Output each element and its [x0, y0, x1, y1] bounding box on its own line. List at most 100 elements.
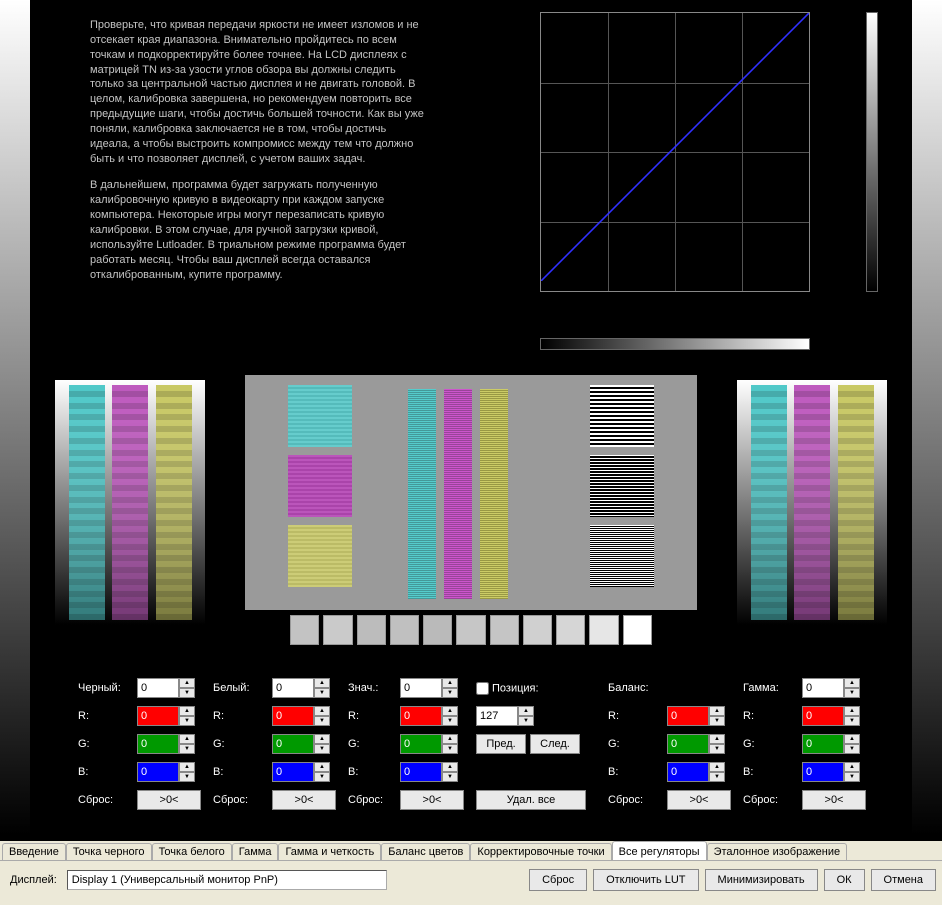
gpr-yellow: [838, 385, 874, 620]
white-input[interactable]: [272, 678, 314, 698]
controls-row: Черный: ▲▼ R: ▲▼ G: ▲▼ B: ▲▼ Сброс: >0< …: [78, 675, 864, 825]
curve-line: [541, 13, 809, 281]
gamma-input[interactable]: [802, 678, 844, 698]
display-label: Дисплей:: [6, 874, 61, 886]
delete-all-btn[interactable]: Удал. все: [476, 790, 586, 810]
col-value: Знач.: ▲▼ R: ▲▼ G: ▲▼ B: ▲▼ Сброс: >0<: [348, 675, 464, 825]
black-dn[interactable]: ▼: [179, 688, 195, 698]
position-checkbox[interactable]: [476, 682, 489, 695]
cancel-btn[interactable]: Отмена: [871, 869, 936, 891]
black-b-input[interactable]: [137, 762, 179, 782]
gam-b-input[interactable]: [802, 762, 844, 782]
value-reset-btn[interactable]: >0<: [400, 790, 464, 810]
curve-gradient-y: [866, 12, 878, 292]
tab-4[interactable]: Гамма и четкость: [278, 843, 381, 860]
white-up[interactable]: ▲: [314, 678, 330, 688]
greyscale-row: [286, 615, 656, 645]
lbl-white: Белый:: [213, 682, 268, 694]
tab-2[interactable]: Точка белого: [152, 843, 232, 860]
black-g-dn[interactable]: ▼: [179, 744, 195, 754]
white-reset-btn[interactable]: >0<: [272, 790, 336, 810]
bal-reset-btn[interactable]: >0<: [667, 790, 731, 810]
tab-6[interactable]: Корректировочные точки: [470, 843, 611, 860]
black-g-input[interactable]: [137, 734, 179, 754]
tab-7[interactable]: Все регуляторы: [612, 841, 707, 860]
value-input[interactable]: [400, 678, 442, 698]
black-b-up[interactable]: ▲: [179, 762, 195, 772]
lbl-black-b: B:: [78, 766, 133, 778]
black-r-dn[interactable]: ▼: [179, 716, 195, 726]
cp-stripe-cyan: [408, 389, 436, 599]
cp-pat-3: [590, 525, 654, 587]
greyscale-10: [623, 615, 652, 645]
greyscale-2: [357, 615, 386, 645]
white-r-input[interactable]: [272, 706, 314, 726]
col-balance: Баланс: R: ▲▼ G: ▲▼ B: ▲▼ Сброс: >0<: [608, 675, 731, 825]
display-field[interactable]: [67, 870, 387, 890]
bottom-bar: ВведениеТочка черногоТочка белогоГаммаГа…: [0, 841, 942, 905]
gradient-panel-left: [55, 380, 205, 625]
next-btn[interactable]: След.: [530, 734, 580, 754]
position-input[interactable]: [476, 706, 518, 726]
disable-lut-btn[interactable]: Отключить LUT: [593, 869, 698, 891]
gp-magenta: [112, 385, 148, 620]
gradient-frame-left: [0, 0, 30, 835]
col-white: Белый: ▲▼ R: ▲▼ G: ▲▼ B: ▲▼ Сброс: >0<: [213, 675, 336, 825]
test-patterns: [50, 375, 892, 660]
white-g-input[interactable]: [272, 734, 314, 754]
greyscale-7: [523, 615, 552, 645]
col-black: Черный: ▲▼ R: ▲▼ G: ▲▼ B: ▲▼ Сброс: >0<: [78, 675, 201, 825]
greyscale-0: [290, 615, 319, 645]
cp-stripe-magenta: [444, 389, 472, 599]
curve-gradient-x: [540, 338, 810, 350]
lbl-black-g: G:: [78, 738, 133, 750]
black-b-dn[interactable]: ▼: [179, 772, 195, 782]
tab-8[interactable]: Эталонное изображение: [707, 843, 848, 860]
white-b-input[interactable]: [272, 762, 314, 782]
prev-btn[interactable]: Пред.: [476, 734, 526, 754]
black-input[interactable]: [137, 678, 179, 698]
greyscale-3: [390, 615, 419, 645]
reset-btn[interactable]: Сброс: [529, 869, 587, 891]
black-r-up[interactable]: ▲: [179, 706, 195, 716]
cp-stripe-yellow: [480, 389, 508, 599]
bal-r-input[interactable]: [667, 706, 709, 726]
gam-g-input[interactable]: [802, 734, 844, 754]
value-b-input[interactable]: [400, 762, 442, 782]
cp-pat-1: [590, 385, 654, 447]
value-g-input[interactable]: [400, 734, 442, 754]
black-g-up[interactable]: ▲: [179, 734, 195, 744]
instructions-p1: Проверьте, что кривая передачи яркости н…: [90, 18, 425, 166]
gp-yellow: [156, 385, 192, 620]
black-reset-btn[interactable]: >0<: [137, 790, 201, 810]
gpr-magenta: [794, 385, 830, 620]
value-r-input[interactable]: [400, 706, 442, 726]
ok-btn[interactable]: ОК: [824, 869, 865, 891]
tab-5[interactable]: Баланс цветов: [381, 843, 470, 860]
center-test-panel: [245, 375, 697, 610]
greyscale-1: [323, 615, 352, 645]
lbl-black-r: R:: [78, 710, 133, 722]
bal-g-input[interactable]: [667, 734, 709, 754]
curve-grid[interactable]: [540, 12, 810, 292]
tab-3[interactable]: Гамма: [232, 843, 279, 860]
greyscale-5: [456, 615, 485, 645]
minimize-btn[interactable]: Минимизировать: [705, 869, 818, 891]
cp-pat-2: [590, 455, 654, 517]
cp-block-yellow: [288, 525, 352, 587]
black-up[interactable]: ▲: [179, 678, 195, 688]
curve-chart[interactable]: [540, 12, 860, 332]
tab-0[interactable]: Введение: [2, 843, 66, 860]
black-r-input[interactable]: [137, 706, 179, 726]
bal-b-input[interactable]: [667, 762, 709, 782]
greyscale-4: [423, 615, 452, 645]
gradient-frame-right: [912, 0, 942, 835]
gam-r-input[interactable]: [802, 706, 844, 726]
gam-reset-btn[interactable]: >0<: [802, 790, 866, 810]
greyscale-6: [490, 615, 519, 645]
white-dn[interactable]: ▼: [314, 688, 330, 698]
tab-1[interactable]: Точка черного: [66, 843, 152, 860]
cp-block-magenta: [288, 455, 352, 517]
gpr-cyan: [751, 385, 787, 620]
bottom-row: Дисплей: Сброс Отключить LUT Минимизиров…: [0, 861, 942, 897]
